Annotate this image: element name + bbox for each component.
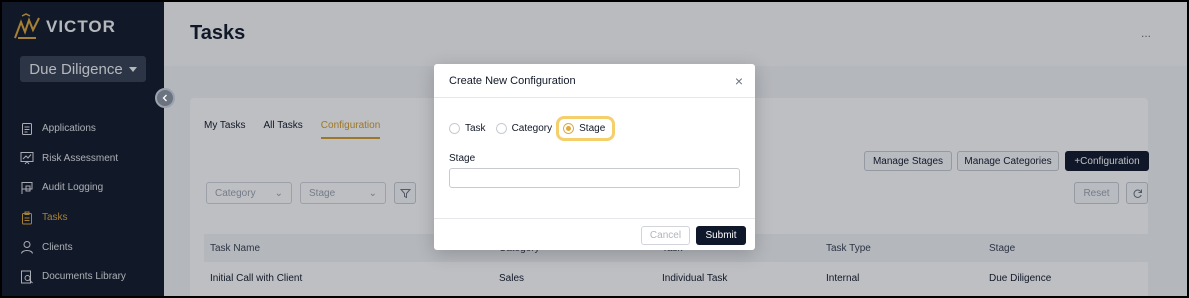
radio-button[interactable]: [563, 123, 575, 134]
close-icon[interactable]: ×: [735, 74, 743, 88]
radio-label: Category: [511, 123, 553, 134]
app-frame: VICTOR Due Diligence Applications Risk A…: [2, 2, 1187, 296]
configuration-type-radio-group: Task Category Stage: [449, 116, 625, 141]
radio-task[interactable]: Task: [449, 123, 486, 134]
chevron-left-icon: [162, 94, 167, 102]
cancel-button[interactable]: Cancel: [641, 226, 690, 245]
modal-title: Create New Configuration: [449, 75, 576, 87]
collapse-sidebar-button[interactable]: [155, 88, 175, 108]
radio-category[interactable]: Category: [495, 123, 553, 134]
modal-header: Create New Configuration ×: [434, 64, 755, 98]
modal-footer: Cancel Submit: [434, 218, 755, 250]
radio-button[interactable]: [495, 123, 507, 134]
stage-input[interactable]: [449, 168, 740, 188]
create-configuration-modal: Create New Configuration × Task Category…: [434, 64, 755, 250]
radio-label: Stage: [579, 123, 606, 134]
radio-button[interactable]: [449, 123, 460, 134]
submit-button[interactable]: Submit: [696, 226, 746, 245]
radio-label: Task: [465, 123, 486, 134]
radio-stage[interactable]: Stage: [556, 116, 616, 141]
stage-field-label: Stage: [449, 153, 476, 164]
